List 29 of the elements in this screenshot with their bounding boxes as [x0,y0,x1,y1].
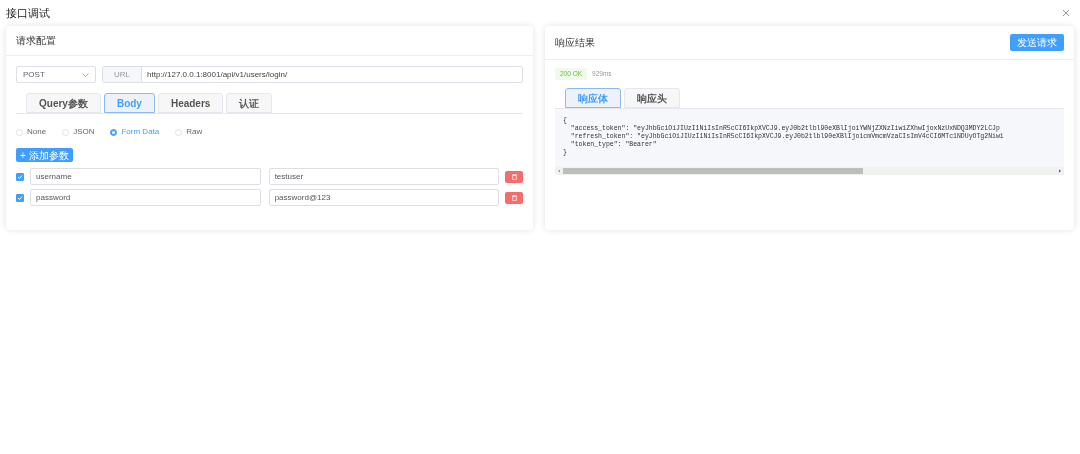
tab[interactable]: Headers [157,93,224,113]
param-value-field[interactable]: password@123 [268,189,500,206]
close-icon[interactable] [1062,9,1070,17]
card-title: 请求配置 [16,34,56,48]
chevron-down-icon [82,72,89,77]
delete-button[interactable] [505,191,523,204]
trash-icon [511,194,517,201]
checkbox[interactable] [16,193,24,202]
checkbox[interactable] [16,172,24,181]
radio-option[interactable]: JSON [62,126,95,138]
param-value-field[interactable]: testuser [268,168,500,185]
param-key-field[interactable]: username [30,168,261,185]
radio-option[interactable]: None [16,126,47,138]
tab[interactable]: 认证 [226,93,273,113]
method-select[interactable]: POST [16,66,96,83]
tab[interactable]: 响应头 [624,88,680,108]
tab[interactable]: Query参数 [26,93,101,113]
url-field[interactable]: URL http://127.0.0.1:8001/api/v1/users/login/ [102,66,523,83]
horizontal-scrollbar[interactable] [555,167,1064,175]
scroll-left-icon[interactable] [557,169,561,173]
scroll-right-icon[interactable] [1058,169,1062,173]
url-label: URL [103,67,142,82]
trash-icon [511,173,517,180]
page-title: 接口调试 [6,5,50,21]
card-title: 响应结果 [555,36,595,50]
param-key-field[interactable]: password [30,189,261,206]
url-value: http://127.0.0.1:8001/api/v1/users/login/ [146,68,289,81]
delete-button[interactable] [505,170,523,183]
radio-option[interactable]: Raw [175,126,203,138]
